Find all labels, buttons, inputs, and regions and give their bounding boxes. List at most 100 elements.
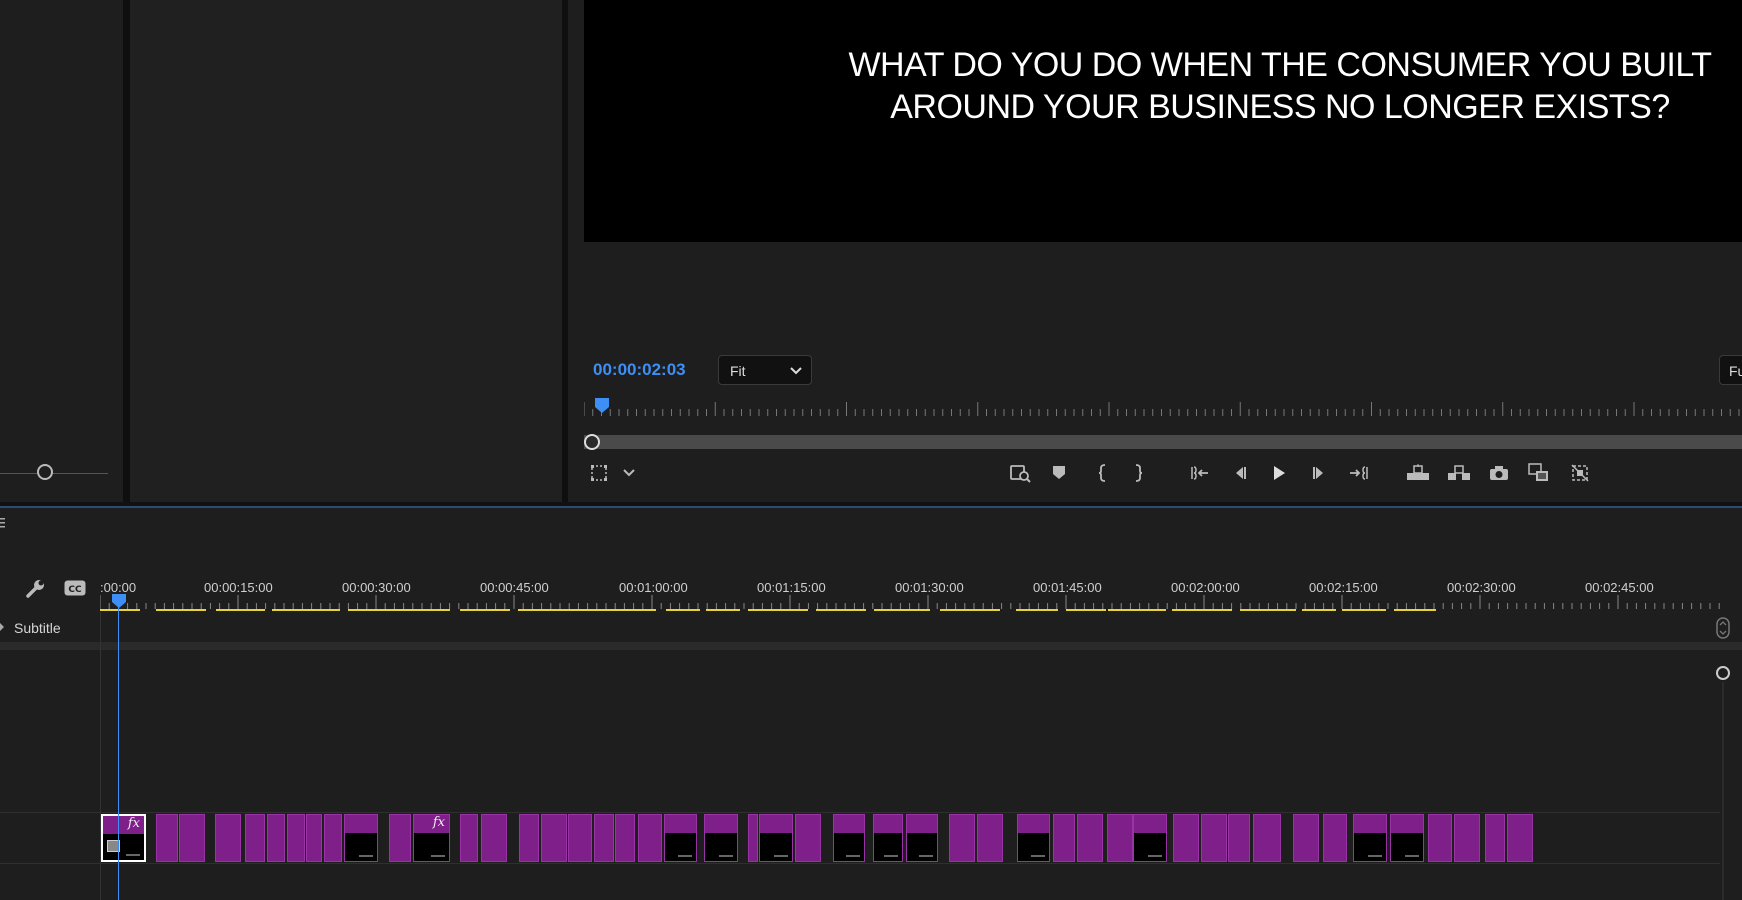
- render-bar-segment: [816, 609, 866, 611]
- render-bar-segment: [1394, 609, 1436, 611]
- video-clip[interactable]: [215, 814, 241, 862]
- wrench-icon[interactable]: [24, 578, 46, 600]
- resolution-value: Fu: [1729, 363, 1742, 379]
- video-clip[interactable]: [324, 814, 342, 862]
- insert-button[interactable]: [1007, 462, 1033, 484]
- video-clip[interactable]: [1323, 814, 1347, 862]
- video-clip[interactable]: [873, 814, 903, 862]
- video-clip[interactable]: [1201, 814, 1227, 862]
- video-clip[interactable]: fx: [101, 814, 146, 862]
- video-clip[interactable]: [156, 814, 178, 862]
- step-forward-button[interactable]: [1306, 462, 1332, 484]
- fx-badge-icon: fx: [127, 816, 140, 831]
- zoom-level-value: Fit: [730, 363, 746, 379]
- video-clip[interactable]: [1133, 814, 1167, 862]
- video-clip[interactable]: [1077, 814, 1103, 862]
- video-clip[interactable]: [245, 814, 265, 862]
- mark-out-button[interactable]: [1125, 462, 1151, 484]
- mark-in-icon: [1098, 464, 1108, 482]
- video-clip[interactable]: [638, 814, 662, 862]
- zoom-scroll-handle[interactable]: [584, 434, 600, 450]
- panel-divider[interactable]: [123, 0, 130, 502]
- video-clip[interactable]: [615, 814, 635, 862]
- video-clip[interactable]: [664, 814, 697, 862]
- video-clip[interactable]: [1428, 814, 1452, 862]
- panel-menu-icon[interactable]: [0, 517, 6, 529]
- video-clip[interactable]: [906, 814, 938, 862]
- playhead-timecode[interactable]: 00:00:02:03: [593, 360, 686, 380]
- add-marker-button[interactable]: [1046, 462, 1072, 484]
- video-clip[interactable]: [949, 814, 975, 862]
- video-clip[interactable]: [1293, 814, 1319, 862]
- video-clip[interactable]: [594, 814, 614, 862]
- video-clip[interactable]: [1253, 814, 1281, 862]
- resolution-dropdown[interactable]: Fu: [1719, 355, 1742, 385]
- video-clip[interactable]: [1353, 814, 1387, 862]
- track-height-toggle[interactable]: [1716, 617, 1730, 639]
- video-clip[interactable]: [1485, 814, 1505, 862]
- safe-margins-button[interactable]: [586, 462, 612, 484]
- render-bar-segment: [666, 609, 700, 611]
- source-monitor-panel: [130, 0, 562, 502]
- extract-button[interactable]: [1446, 462, 1472, 484]
- mark-in-button[interactable]: [1090, 462, 1116, 484]
- video-clip[interactable]: [460, 814, 478, 862]
- cc-icon[interactable]: CC: [64, 580, 86, 596]
- clip-thumbnail: [345, 833, 377, 861]
- play-icon: [1272, 465, 1286, 481]
- video-clip[interactable]: [267, 814, 285, 862]
- zoom-slider-knob[interactable]: [37, 464, 53, 480]
- go-to-in-button[interactable]: [1187, 462, 1213, 484]
- video-clip[interactable]: [1454, 814, 1480, 862]
- zoom-level-dropdown[interactable]: Fit: [718, 355, 812, 385]
- video-clip[interactable]: [1053, 814, 1075, 862]
- video-clip[interactable]: [344, 814, 378, 862]
- play-button[interactable]: [1266, 462, 1292, 484]
- clip-thumbnail: [1354, 833, 1386, 861]
- video-clip[interactable]: [977, 814, 1003, 862]
- video-clip[interactable]: [481, 814, 507, 862]
- video-clip[interactable]: [306, 814, 322, 862]
- vertical-zoom-handle[interactable]: [1716, 666, 1730, 680]
- proxy-toggle-button[interactable]: [1567, 462, 1593, 484]
- zoom-scroll-bar[interactable]: [584, 435, 1742, 449]
- video-clip[interactable]: [1390, 814, 1424, 862]
- video-clip[interactable]: [1017, 814, 1050, 862]
- track-separator[interactable]: [0, 642, 1742, 650]
- chevron-down-icon: [622, 466, 636, 480]
- video-clip[interactable]: [541, 814, 567, 862]
- video-clip[interactable]: [287, 814, 305, 862]
- clip-thumbnail: [874, 833, 902, 861]
- video-clip[interactable]: [1228, 814, 1250, 862]
- video-clip[interactable]: [1107, 814, 1133, 862]
- render-bar-segment: [1302, 609, 1336, 611]
- program-playhead[interactable]: [595, 398, 609, 416]
- video-clip[interactable]: fx: [413, 814, 450, 862]
- render-bar-segment: [940, 609, 1000, 611]
- video-clip[interactable]: [795, 814, 821, 862]
- video-clip[interactable]: [519, 814, 539, 862]
- settings-dropdown-button[interactable]: [616, 462, 642, 484]
- video-clip[interactable]: [833, 814, 865, 862]
- video-clip[interactable]: [704, 814, 738, 862]
- video-clip[interactable]: [759, 814, 793, 862]
- video-clip[interactable]: [1173, 814, 1199, 862]
- program-time-ruler[interactable]: [584, 398, 1742, 416]
- video-clip[interactable]: [389, 814, 411, 862]
- go-to-out-button[interactable]: [1346, 462, 1372, 484]
- timeline-playhead-line[interactable]: [118, 600, 119, 900]
- video-clip[interactable]: [1507, 814, 1533, 862]
- comparison-view-button[interactable]: [1526, 462, 1552, 484]
- export-frame-button[interactable]: [1486, 462, 1512, 484]
- video-clip[interactable]: [748, 814, 758, 862]
- timeline-playhead[interactable]: [111, 593, 127, 609]
- video-clip[interactable]: [179, 814, 205, 862]
- ruler-label: 00:01:45:00: [1033, 580, 1102, 595]
- lift-button[interactable]: [1405, 462, 1431, 484]
- zoom-slider-track[interactable]: [0, 473, 108, 474]
- clip-thumbnail: [705, 833, 737, 861]
- fx-badge-icon: fx: [432, 815, 445, 830]
- video-clip[interactable]: [568, 814, 592, 862]
- vertical-scrollbar[interactable]: [1722, 682, 1724, 900]
- step-back-button[interactable]: [1227, 462, 1253, 484]
